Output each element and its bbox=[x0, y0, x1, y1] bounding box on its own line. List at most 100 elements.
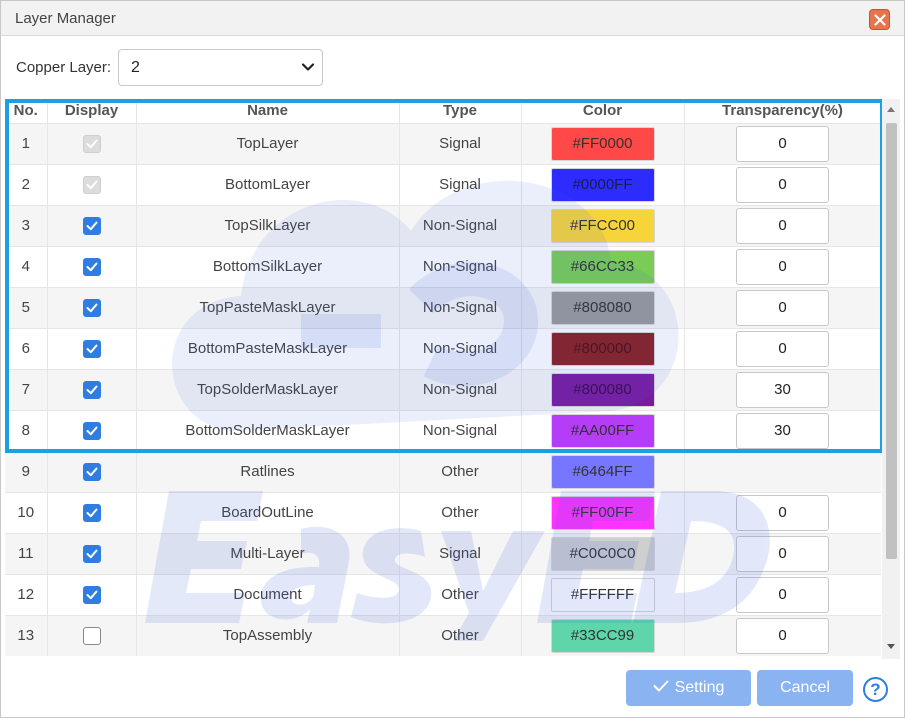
cell-color: #FFFFFF bbox=[521, 573, 685, 615]
display-checkbox[interactable] bbox=[82, 544, 101, 563]
color-swatch[interactable]: #800080 bbox=[550, 372, 655, 407]
cell-transparency: 0 bbox=[684, 163, 881, 205]
display-checkbox[interactable] bbox=[82, 462, 101, 481]
transparency-input[interactable]: 30 bbox=[736, 371, 829, 408]
transparency-input[interactable]: 0 bbox=[736, 617, 829, 654]
transparency-input[interactable]: 0 bbox=[736, 576, 829, 613]
transparency-input[interactable]: 0 bbox=[736, 289, 829, 326]
color-swatch[interactable]: #66CC33 bbox=[550, 249, 655, 284]
scroll-down-icon[interactable] bbox=[887, 644, 895, 649]
transparency-input[interactable]: 0 bbox=[736, 125, 829, 162]
table-row: 6 BottomPasteMaskLayer Non-Signal #800000 0 bbox=[5, 327, 881, 369]
layer-type: Non-Signal bbox=[422, 258, 498, 275]
close-button[interactable] bbox=[869, 9, 890, 30]
display-checkbox[interactable] bbox=[82, 503, 101, 522]
layer-number: 6 bbox=[21, 340, 30, 357]
header-name: Name bbox=[136, 99, 400, 123]
dialog-title: Layer Manager bbox=[15, 10, 116, 27]
copper-layer-label: Copper Layer: bbox=[16, 59, 112, 76]
table-row: 4 BottomSilkLayer Non-Signal #66CC33 0 bbox=[5, 245, 881, 287]
layer-number: 13 bbox=[17, 627, 35, 645]
cell-no: 2 bbox=[5, 163, 48, 205]
cell-color: #66CC33 bbox=[521, 245, 685, 287]
table-row: 11 Multi-Layer Signal #C0C0C0 0 bbox=[5, 532, 881, 574]
cell-display bbox=[47, 327, 137, 369]
transparency-input[interactable]: 0 bbox=[736, 166, 829, 203]
cell-name: BottomLayer bbox=[136, 163, 400, 205]
cell-transparency: 0 bbox=[684, 286, 881, 328]
cell-color: #800000 bbox=[521, 327, 685, 369]
color-swatch[interactable]: #33CC99 bbox=[550, 618, 655, 653]
cell-display bbox=[47, 573, 137, 615]
cell-type: Non-Signal bbox=[399, 204, 522, 246]
display-checkbox[interactable] bbox=[82, 380, 101, 399]
color-swatch[interactable]: #FF00FF bbox=[550, 495, 655, 530]
layer-number: 9 bbox=[21, 463, 30, 480]
cell-type: Non-Signal bbox=[399, 245, 522, 287]
cancel-button[interactable]: Cancel bbox=[757, 670, 853, 706]
header-transparency: Transparency(%) bbox=[684, 99, 881, 123]
color-swatch[interactable]: #0000FF bbox=[550, 167, 655, 202]
cell-transparency: 0 bbox=[684, 204, 881, 246]
help-icon[interactable]: ? bbox=[863, 677, 888, 702]
vertical-scrollbar[interactable] bbox=[882, 99, 900, 659]
layer-name: BottomPasteMaskLayer bbox=[187, 340, 348, 357]
cell-no: 6 bbox=[5, 327, 48, 369]
transparency-input[interactable]: 0 bbox=[736, 535, 829, 572]
color-swatch[interactable]: #808080 bbox=[550, 290, 655, 325]
cell-type: Non-Signal bbox=[399, 409, 522, 451]
layer-name: BottomLayer bbox=[224, 176, 311, 193]
layer-type: Non-Signal bbox=[422, 381, 498, 398]
cell-no: 12 bbox=[5, 573, 48, 615]
setting-button-label: Setting bbox=[674, 679, 725, 696]
display-checkbox[interactable] bbox=[82, 257, 101, 276]
transparency-input[interactable]: 0 bbox=[736, 494, 829, 531]
transparency-input[interactable]: 0 bbox=[736, 248, 829, 285]
layers-table: No. Display Name Type Color Transparency… bbox=[5, 99, 881, 656]
cell-transparency: 30 bbox=[684, 409, 881, 451]
color-swatch[interactable]: #FFCC00 bbox=[550, 208, 655, 243]
cell-type: Other bbox=[399, 450, 522, 492]
color-swatch[interactable]: #6464FF bbox=[550, 454, 655, 489]
layer-name: Multi-Layer bbox=[230, 545, 305, 562]
color-swatch[interactable]: #AA00FF bbox=[550, 413, 655, 448]
check-icon bbox=[86, 262, 97, 271]
cell-type: Other bbox=[399, 573, 522, 615]
color-swatch[interactable]: #C0C0C0 bbox=[550, 536, 655, 571]
layer-type: Other bbox=[441, 586, 479, 603]
cell-name: BottomPasteMaskLayer bbox=[136, 327, 400, 369]
check-icon bbox=[86, 426, 97, 435]
display-checkbox[interactable] bbox=[82, 339, 101, 358]
cell-color: #800080 bbox=[521, 368, 685, 410]
color-swatch[interactable]: #FF0000 bbox=[550, 126, 655, 161]
table-row: 12 Document Other #FFFFFF 0 bbox=[5, 573, 881, 615]
transparency-input[interactable]: 0 bbox=[736, 207, 829, 244]
setting-button[interactable]: Setting bbox=[626, 670, 751, 706]
check-icon bbox=[86, 221, 97, 230]
check-icon bbox=[86, 508, 97, 517]
cell-color: #C0C0C0 bbox=[521, 532, 685, 574]
cell-name: BottomSilkLayer bbox=[136, 245, 400, 287]
cell-name: BottomSolderMaskLayer bbox=[136, 409, 400, 451]
scroll-thumb[interactable] bbox=[886, 123, 897, 559]
cell-no: 5 bbox=[5, 286, 48, 328]
color-swatch[interactable]: #FFFFFF bbox=[550, 577, 655, 612]
color-swatch[interactable]: #800000 bbox=[550, 331, 655, 366]
cell-transparency: 30 bbox=[684, 368, 881, 410]
display-checkbox[interactable] bbox=[82, 626, 101, 645]
layer-type: Signal bbox=[439, 176, 481, 193]
display-checkbox[interactable] bbox=[82, 421, 101, 440]
copper-layer-select[interactable]: 2 bbox=[118, 49, 323, 86]
display-checkbox[interactable] bbox=[82, 216, 101, 235]
scroll-up-icon[interactable] bbox=[887, 107, 895, 112]
layer-number: 3 bbox=[21, 217, 30, 234]
header-no: No. bbox=[5, 99, 48, 123]
display-checkbox[interactable] bbox=[82, 585, 101, 604]
transparency-input[interactable]: 30 bbox=[736, 412, 829, 449]
transparency-input[interactable]: 0 bbox=[736, 330, 829, 367]
cell-display bbox=[47, 245, 137, 287]
cell-display bbox=[47, 614, 137, 656]
cell-no: 10 bbox=[5, 491, 48, 533]
table-row: 10 BoardOutLine Other #FF00FF 0 bbox=[5, 491, 881, 533]
display-checkbox[interactable] bbox=[82, 298, 101, 317]
